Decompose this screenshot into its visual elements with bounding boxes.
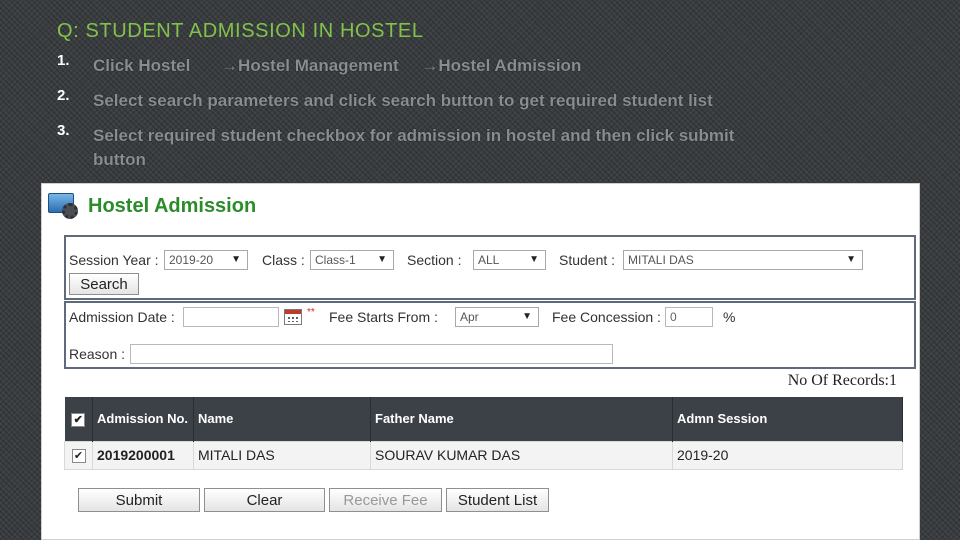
records-count: No Of Records:1 bbox=[787, 372, 897, 389]
fee-starts-from-value: Apr bbox=[460, 310, 479, 324]
admission-details-box: Admission Date : ** Fee Starts From : Ap… bbox=[64, 301, 916, 369]
reason-input[interactable] bbox=[130, 344, 613, 364]
father-name-cell: SOURAV KUMAR DAS bbox=[370, 440, 673, 470]
admission-date-input[interactable] bbox=[183, 307, 279, 327]
slide-title: Q: STUDENT ADMISSION IN HOSTEL bbox=[57, 20, 424, 42]
clear-button[interactable]: Clear bbox=[204, 488, 325, 512]
class-select[interactable]: Class-1 ▼ bbox=[310, 250, 394, 270]
step-number: 1. bbox=[57, 52, 70, 69]
step-text: Select required student checkbox for adm… bbox=[93, 124, 734, 172]
fee-concession-label: Fee Concession : bbox=[552, 309, 661, 325]
monitor-gear-icon bbox=[48, 191, 80, 221]
class-label: Class : bbox=[262, 252, 305, 268]
name-cell: MITALI DAS bbox=[193, 440, 371, 470]
step-text: Click Hostel →Hostel Management →Hostel … bbox=[93, 54, 581, 78]
receive-fee-button[interactable]: Receive Fee bbox=[329, 488, 442, 512]
hostel-admission-panel: Hostel Admission Session Year : 2019-20 … bbox=[41, 183, 920, 540]
step-part: →Hostel Management bbox=[221, 56, 399, 75]
student-select[interactable]: MITALI DAS ▼ bbox=[623, 250, 863, 270]
panel-header: Hostel Admission bbox=[48, 191, 256, 221]
step-number: 3. bbox=[57, 122, 70, 139]
step-part: →Hostel Admission bbox=[421, 56, 582, 75]
row-checkbox[interactable]: ✔ bbox=[71, 449, 86, 464]
student-label: Student : bbox=[559, 252, 616, 268]
section-select[interactable]: ALL ▼ bbox=[473, 250, 546, 270]
column-header: Admn Session bbox=[672, 397, 903, 441]
required-mark: ** bbox=[307, 307, 315, 318]
select-all-cell: ✔ bbox=[64, 397, 93, 441]
class-value: Class-1 bbox=[315, 253, 356, 267]
fee-starts-from-select[interactable]: Apr ▼ bbox=[455, 307, 539, 327]
percent-sign: % bbox=[723, 309, 736, 325]
student-table: ✔ Admission No. Name Father Name Admn Se… bbox=[64, 397, 903, 470]
column-header: Admission No. bbox=[92, 397, 194, 441]
step-line: Select required student checkbox for adm… bbox=[93, 126, 735, 145]
session-year-label: Session Year : bbox=[69, 252, 159, 268]
dropdown-arrow-icon: ▼ bbox=[377, 254, 387, 265]
session-year-value: 2019-20 bbox=[169, 253, 214, 267]
fee-concession-input[interactable]: 0 bbox=[665, 307, 713, 327]
select-all-checkbox[interactable]: ✔ bbox=[71, 412, 86, 427]
step-number: 2. bbox=[57, 87, 70, 104]
search-button[interactable]: Search bbox=[69, 273, 139, 295]
fee-starts-from-label: Fee Starts From : bbox=[329, 309, 438, 325]
calendar-icon[interactable] bbox=[284, 309, 302, 325]
dropdown-arrow-icon: ▼ bbox=[846, 254, 856, 265]
row-select-cell: ✔ bbox=[64, 440, 93, 470]
session-year-select[interactable]: 2019-20 ▼ bbox=[164, 250, 248, 270]
column-header: Father Name bbox=[370, 397, 673, 441]
step-line: button bbox=[93, 150, 146, 169]
section-label: Section : bbox=[407, 252, 462, 268]
column-header: Name bbox=[193, 397, 371, 441]
dropdown-arrow-icon: ▼ bbox=[522, 311, 532, 322]
reason-label: Reason : bbox=[69, 346, 126, 362]
session-cell: 2019-20 bbox=[672, 440, 903, 470]
search-criteria-box: Session Year : 2019-20 ▼ Class : Class-1… bbox=[64, 235, 916, 300]
dropdown-arrow-icon: ▼ bbox=[529, 254, 539, 265]
dropdown-arrow-icon: ▼ bbox=[231, 254, 241, 265]
admission-date-label: Admission Date : bbox=[69, 309, 175, 325]
step-text: Select search parameters and click searc… bbox=[93, 91, 713, 110]
page-title: Hostel Admission bbox=[88, 194, 257, 217]
step-part: Click Hostel bbox=[93, 56, 191, 75]
table-header-row: ✔ Admission No. Name Father Name Admn Se… bbox=[64, 397, 903, 441]
submit-button[interactable]: Submit bbox=[78, 488, 200, 512]
student-value: MITALI DAS bbox=[628, 253, 694, 267]
section-value: ALL bbox=[478, 253, 500, 267]
student-list-button[interactable]: Student List bbox=[446, 488, 549, 512]
table-row: ✔ 2019200001 MITALI DAS SOURAV KUMAR DAS… bbox=[64, 440, 903, 470]
admission-no-cell: 2019200001 bbox=[92, 440, 194, 470]
